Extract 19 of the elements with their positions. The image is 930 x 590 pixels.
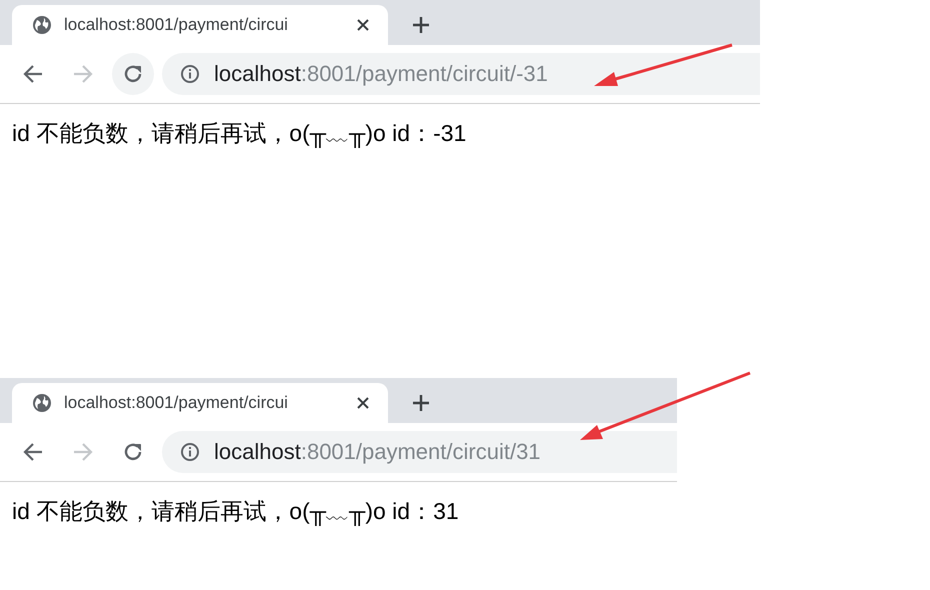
page-message: id 不能负数，请稍后再试，o(╥﹏╥)o id：-31 [12,120,466,146]
new-tab-icon[interactable] [412,16,430,34]
back-icon[interactable] [22,63,44,85]
browser-tab[interactable]: localhost:8001/payment/circui [12,5,388,45]
globe-icon [32,393,52,413]
url-text: localhost:8001/payment/circuit/31 [214,439,541,465]
page-message: id 不能负数，请稍后再试，o(╥﹏╥)o id：31 [12,498,459,524]
close-icon[interactable] [356,18,370,32]
browser-tab[interactable]: localhost:8001/payment/circui [12,383,388,423]
address-bar[interactable]: localhost:8001/payment/circuit/-31 [162,53,760,95]
url-text: localhost:8001/payment/circuit/-31 [214,61,548,87]
globe-icon [32,15,52,35]
info-icon [180,442,200,462]
info-icon [180,64,200,84]
reload-icon[interactable] [112,53,154,95]
back-icon[interactable] [22,441,44,463]
close-icon[interactable] [356,396,370,410]
address-bar[interactable]: localhost:8001/payment/circuit/31 [162,431,677,473]
new-tab-icon[interactable] [412,394,430,412]
